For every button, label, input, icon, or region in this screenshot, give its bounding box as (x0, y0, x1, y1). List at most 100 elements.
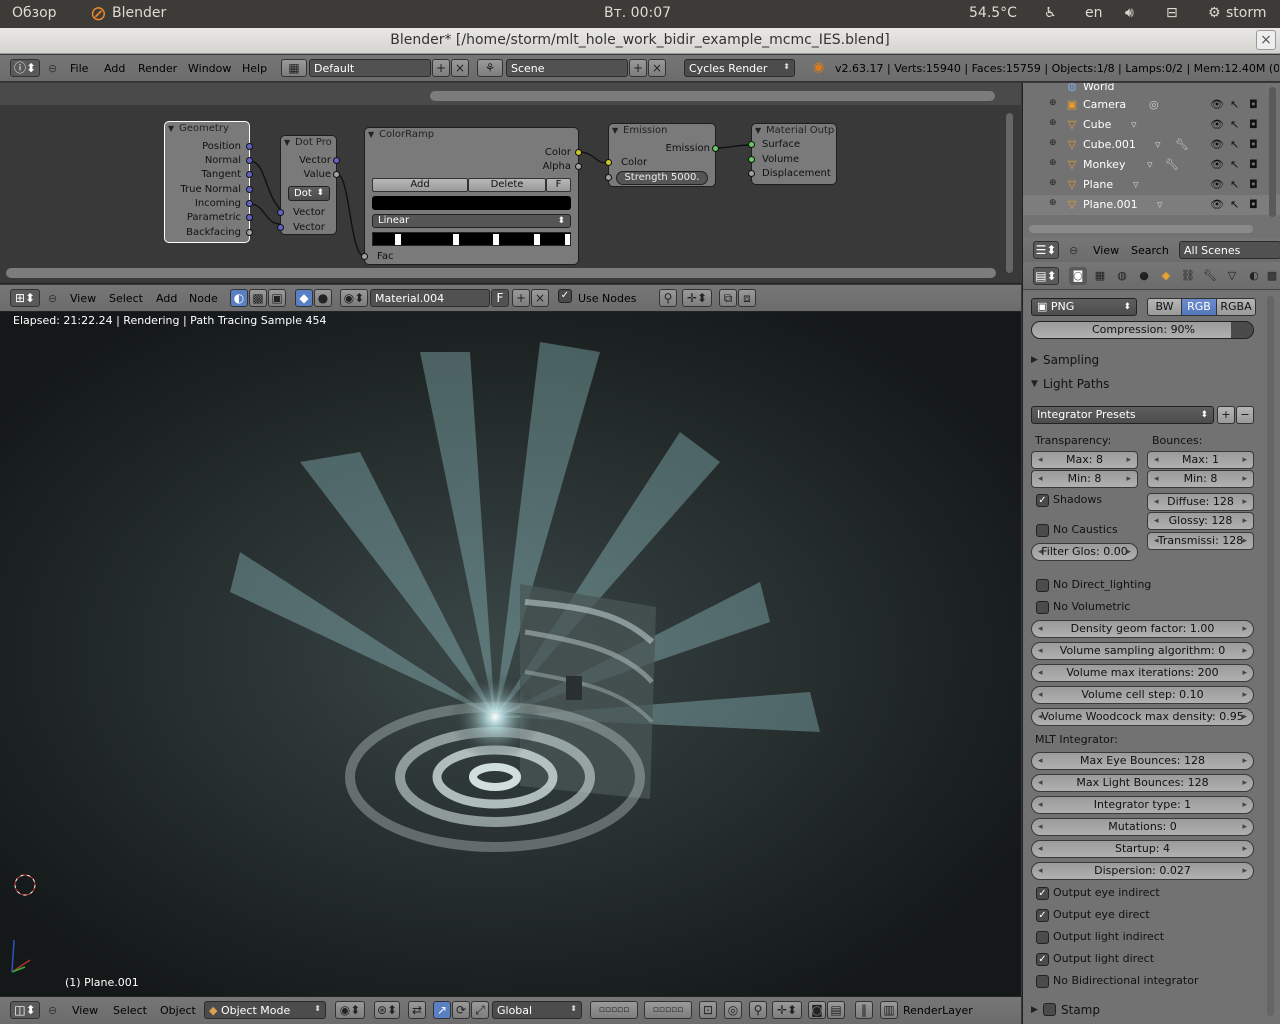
glossy-bounces-field[interactable]: Glossy: 128 (1147, 512, 1254, 530)
render-layer-label[interactable]: RenderLayer (903, 1004, 973, 1017)
dot-mode-select[interactable]: Dot (288, 186, 330, 201)
menu-help[interactable]: Help (242, 62, 267, 75)
remove-preset-button[interactable]: − (1236, 406, 1254, 424)
add-scene-button[interactable]: + (629, 59, 647, 77)
renderable-camera-icon[interactable]: ◘ (1249, 138, 1258, 151)
output-light-direct-checkbox[interactable]: ✓ Output light direct (1031, 952, 1154, 968)
layer-buttons-1[interactable]: ▫▫▫▫▫ (590, 1001, 638, 1019)
editor-type-info-icon[interactable]: ⓘ⬍ (10, 59, 40, 77)
socket-dot[interactable] (277, 224, 284, 231)
menu-window[interactable]: Window (188, 62, 231, 75)
world-shader-icon[interactable]: ● (314, 289, 332, 307)
geometry-node[interactable]: Geometry Position Normal Tangent True No… (164, 121, 253, 243)
renderable-camera-icon[interactable]: ◘ (1249, 158, 1258, 171)
render-engine-select[interactable]: Cycles Render ⬍ (684, 59, 795, 77)
compositing-tree-icon[interactable]: ▣ (268, 289, 286, 307)
paste-nodes-icon[interactable]: ⧈ (738, 289, 756, 307)
screen-layout-field[interactable]: Default (309, 59, 431, 77)
screen-layout-icon[interactable]: ▦ (281, 59, 307, 77)
no-volumetric-checkbox[interactable]: No Volumetric (1031, 600, 1130, 616)
scene-icon[interactable]: ⚘ (477, 59, 503, 77)
outliner-menu-view[interactable]: View (1093, 244, 1119, 257)
max-light-bounces-field[interactable]: Max Light Bounces: 128 (1031, 774, 1254, 792)
collapse-menu-icon[interactable]: ⊖ (48, 292, 57, 305)
ramp-interpolation-select[interactable]: Linear (372, 214, 571, 228)
fake-user-button[interactable]: F (491, 289, 509, 307)
menu-add[interactable]: Add (104, 62, 125, 75)
proportional-edit-icon[interactable]: ◎ (724, 1001, 742, 1019)
selectable-arrow-icon[interactable]: ↖ (1230, 98, 1239, 111)
material-browse-icon[interactable]: ◉⬍ (340, 289, 368, 307)
temperature-indicator[interactable]: 54.5°C (969, 5, 1017, 21)
no-direct-lighting-checkbox[interactable]: No Direct_lighting (1031, 578, 1151, 594)
color-mode-rgb-button[interactable]: RGB (1181, 298, 1217, 316)
socket-dot[interactable] (748, 170, 755, 177)
socket-dot[interactable] (605, 159, 612, 166)
socket-dot[interactable] (246, 143, 253, 150)
socket-dot[interactable] (575, 149, 582, 156)
accessibility-icon[interactable]: ♿ (1044, 5, 1057, 21)
app-menu[interactable]: Blender (112, 5, 166, 21)
mutations-field[interactable]: Mutations: 0 (1031, 818, 1254, 836)
socket-dot[interactable] (748, 141, 755, 148)
selectable-arrow-icon[interactable]: ↖ (1230, 198, 1239, 211)
outliner-item-monkey[interactable]: ⊕ ▽ Monkey ▿ 🔧︎ 👁︎ ↖ ◘ (1023, 155, 1280, 175)
material-name-field[interactable]: Material.004 (370, 289, 490, 307)
editor-type-3d-icon[interactable]: ◫⬍ (10, 1001, 40, 1019)
language-indicator[interactable]: en (1085, 5, 1103, 21)
volume-woodcock-density-field[interactable]: Volume Woodcock max density: 0.95 (1031, 708, 1254, 726)
socket-dot[interactable] (605, 174, 612, 181)
menu-render[interactable]: Render (138, 62, 177, 75)
interaction-mode-select[interactable]: ◆ Object Mode ⬍ (204, 1001, 326, 1019)
render-animation-icon[interactable]: ▤ (827, 1001, 845, 1019)
copy-nodes-icon[interactable]: ⧉ (719, 289, 737, 307)
visibility-eye-icon[interactable]: 👁︎ (1210, 118, 1224, 131)
add-material-button[interactable]: + (512, 289, 530, 307)
mesh-data-icon[interactable]: ▿ (1147, 158, 1153, 171)
add-screen-button[interactable]: + (432, 59, 450, 77)
collapse-menu-icon[interactable]: ⊖ (1069, 244, 1078, 257)
modifier-wrench-icon[interactable]: 🔧︎ (1175, 138, 1189, 151)
output-light-indirect-checkbox[interactable]: Output light indirect (1031, 930, 1164, 946)
renderable-camera-icon[interactable]: ◘ (1249, 198, 1258, 211)
outliner-item-plane[interactable]: ⊕ ▽ Plane ▿ 👁︎ ↖ ◘ (1023, 175, 1280, 195)
outliner-item-plane-001[interactable]: ⊕ ▽ Plane.001 ▿ 👁︎ ↖ ◘ (1023, 195, 1280, 215)
render-still-icon[interactable]: ◙ (808, 1001, 826, 1019)
visibility-eye-icon[interactable]: 👁︎ (1210, 198, 1224, 211)
dispersion-field[interactable]: Dispersion: 0.027 (1031, 862, 1254, 880)
lock-layers-icon[interactable]: ⊡ (699, 1001, 717, 1019)
emission-strength-field[interactable]: Strength 5000. (616, 171, 708, 185)
transmission-bounces-field[interactable]: Transmissi: 128 (1147, 532, 1254, 550)
compression-slider[interactable]: Compression: 90% (1031, 321, 1254, 339)
socket-dot[interactable] (712, 145, 719, 152)
node-vertical-scrollbar[interactable] (1006, 113, 1013, 273)
max-eye-bounces-field[interactable]: Max Eye Bounces: 128 (1031, 752, 1254, 770)
expand-icon[interactable]: ⊕ (1049, 158, 1057, 168)
user-icon[interactable]: ⚙ (1208, 5, 1221, 21)
ramp-stop[interactable] (395, 234, 401, 245)
expand-icon[interactable]: ⊕ (1049, 138, 1057, 148)
texture-tree-icon[interactable]: ▩ (249, 289, 267, 307)
activities-button[interactable]: Обзор (12, 5, 57, 21)
properties-vertical-scrollbar[interactable] (1267, 296, 1274, 1016)
expand-icon[interactable]: ⊕ (1049, 118, 1057, 128)
render-layers-tab-icon[interactable]: ▦ (1091, 267, 1109, 285)
socket-dot[interactable] (333, 171, 340, 178)
ramp-gradient-bar[interactable] (372, 232, 571, 246)
view3d-menu-view[interactable]: View (72, 1004, 98, 1017)
properties-panel[interactable]: ▤⬍ ◙ ▦ ◍ ● ◆ ⛓ 🔧︎ ▽ ◐ ▩ ▣ PNG BW RGB RGB… (1022, 262, 1280, 1024)
viewport-shading-icon[interactable]: ◉⬍ (335, 1001, 365, 1019)
node-editor[interactable]: Geometry Position Normal Tangent True No… (0, 83, 1021, 284)
horizontal-scrollbar-bottom[interactable] (6, 268, 996, 278)
ramp-delete-button[interactable]: Delete (468, 178, 546, 192)
emission-node[interactable]: Emission Emission Color Strength 5000. (605, 123, 719, 187)
object-shader-icon[interactable]: ◆ (295, 289, 313, 307)
transform-orientation-select[interactable]: Global ⬍ (492, 1001, 582, 1019)
view3d-menu-select[interactable]: Select (113, 1004, 147, 1017)
emission-node-title[interactable]: Emission (609, 124, 715, 139)
shadows-checkbox[interactable]: ✓ Shadows (1031, 493, 1102, 509)
shader-tree-icon[interactable]: ◐ (230, 289, 248, 307)
integrator-type-field[interactable]: Integrator type: 1 (1031, 796, 1254, 814)
scene-field[interactable]: Scene (506, 59, 628, 77)
expand-icon[interactable]: ⊕ (1049, 178, 1057, 188)
